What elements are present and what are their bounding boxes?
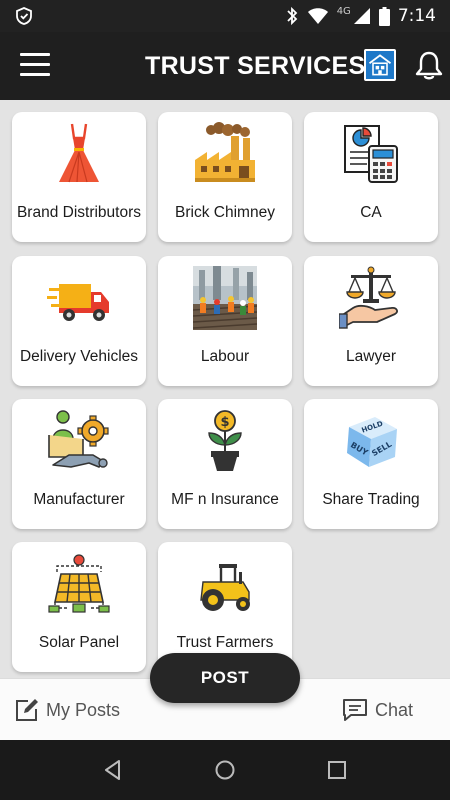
shield-icon (16, 7, 32, 25)
tile-label: Labour (200, 347, 250, 365)
my-posts-button[interactable]: My Posts (14, 695, 120, 725)
chat-button[interactable]: Chat (341, 695, 413, 725)
status-bar: 4G 7:14 (0, 0, 450, 32)
tile-label: Manufacturer (33, 490, 125, 508)
svg-text:$: $ (220, 415, 229, 430)
tile-labour[interactable]: Labour (158, 256, 292, 386)
hamburger-menu-icon[interactable] (20, 53, 50, 77)
network-type: 4G (336, 5, 351, 17)
tile-label: Brick Chimney (175, 203, 275, 221)
tile-label: MF n Insurance (171, 490, 279, 508)
tile-solar-panel[interactable]: Solar Panel (12, 542, 146, 672)
tile-label: CA (360, 203, 382, 221)
post-button[interactable]: POST (150, 653, 300, 703)
tile-share-trading[interactable]: HOLD BUY SELL Share Trading (304, 399, 438, 529)
dress-icon (59, 123, 99, 183)
clock: 7:14 (397, 6, 436, 26)
tractor-icon (200, 564, 250, 611)
battery-icon (378, 6, 390, 26)
factory-icon (195, 122, 255, 182)
tile-label: Share Trading (322, 490, 420, 508)
recents-square-icon[interactable] (325, 758, 349, 782)
solar-panel-icon (48, 554, 110, 613)
tile-brand-distributors[interactable]: Brand Distributors (12, 112, 146, 242)
tile-ca[interactable]: CA (304, 112, 438, 242)
back-triangle-icon[interactable] (101, 758, 125, 782)
calculator-document-icon (344, 125, 398, 183)
delivery-truck-icon (47, 284, 109, 321)
tile-label: Brand Distributors (16, 203, 142, 221)
tile-manufacturer[interactable]: Manufacturer (12, 399, 146, 529)
scales-hand-icon (339, 266, 398, 329)
home-circle-icon[interactable] (213, 758, 237, 782)
tile-delivery-vehicles[interactable]: Delivery Vehicles (12, 256, 146, 386)
chat-label: Chat (374, 699, 413, 720)
bluetooth-icon (287, 6, 297, 26)
signal-icon (353, 8, 370, 24)
system-nav-bar (0, 740, 450, 800)
tile-label: Lawyer (346, 347, 396, 365)
buy-sell-dice-icon: HOLD BUY SELL (347, 417, 397, 467)
page-title: TRUST SERVICES (145, 52, 366, 80)
my-posts-label: My Posts (46, 699, 121, 720)
building-logo-icon (364, 49, 396, 81)
money-plant-icon: $ (208, 410, 242, 471)
edit-square-icon (16, 699, 38, 721)
chat-bubble-icon (342, 699, 367, 721)
manufacturer-gear-icon (48, 410, 109, 468)
wifi-icon (307, 8, 328, 24)
tile-brick-chimney[interactable]: Brick Chimney (158, 112, 292, 242)
tile-mf-n-insurance[interactable]: $ MF n Insurance (158, 399, 292, 529)
tile-label: Delivery Vehicles (19, 347, 139, 365)
tile-label: Solar Panel (38, 633, 120, 651)
tile-lawyer[interactable]: Lawyer (304, 256, 438, 386)
app-header: TRUST SERVICES (0, 32, 450, 100)
bell-icon[interactable] (414, 50, 444, 82)
labour-photo (193, 266, 257, 330)
